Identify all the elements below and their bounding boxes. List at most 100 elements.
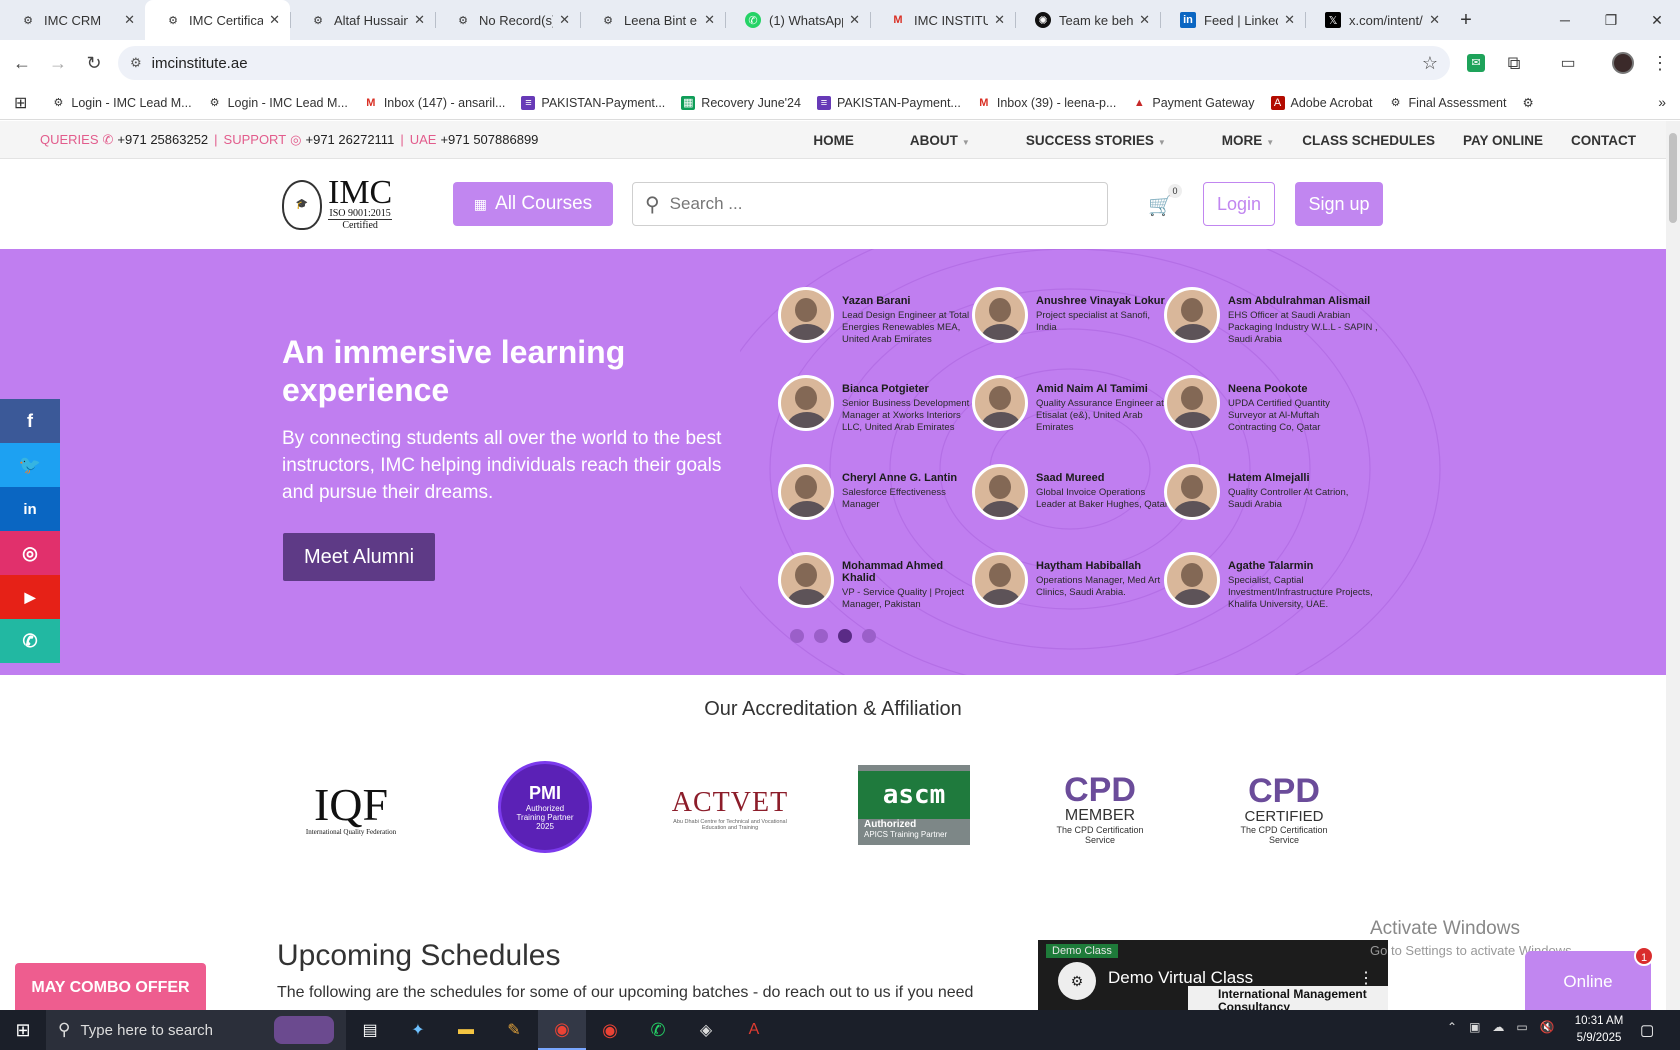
cart-icon[interactable]: 🛒 [1148, 193, 1173, 218]
close-tab-icon[interactable]: ✕ [704, 12, 715, 28]
nav-contact[interactable]: CONTACT [1571, 133, 1636, 148]
address-bar[interactable]: ⚙ imcinstitute.ae ☆ [118, 46, 1450, 80]
tab[interactable]: MIMC INSTITUT✕ [870, 0, 1015, 40]
combo-offer-button[interactable]: MAY COMBO OFFER [15, 963, 206, 1010]
alumni-photo [778, 375, 834, 431]
online-chat-button[interactable]: Online [1525, 951, 1651, 1010]
nav-class-schedules[interactable]: CLASS SCHEDULES [1302, 133, 1435, 148]
site-logo[interactable]: 🎓 IMC ISO 9001:2015 Certified [282, 176, 412, 232]
bookmark-item[interactable]: ≡ PAKISTAN-Payment... [521, 95, 665, 110]
uae-phone[interactable]: +971 507886899 [440, 132, 538, 147]
cast-icon[interactable]: ▭ [1550, 45, 1586, 81]
instagram-icon[interactable]: ◎ [0, 531, 60, 575]
close-tab-icon[interactable]: ✕ [269, 12, 280, 28]
apps-grid-icon[interactable]: ⊞ [14, 93, 27, 113]
nav-about[interactable]: ABOUT ▼ [882, 133, 970, 148]
search-input[interactable]: ⚲ Search ... [632, 182, 1108, 226]
video-menu-icon[interactable]: ⋮ [1358, 968, 1374, 988]
nav-home[interactable]: HOME [813, 133, 854, 148]
nav-success-stories[interactable]: SUCCESS STORIES ▼ [998, 133, 1166, 148]
page-scrollbar[interactable] [1666, 121, 1680, 1010]
slider-dot[interactable] [814, 629, 828, 643]
bookmark-item[interactable]: M Inbox (39) - leena-p... [977, 96, 1116, 110]
nav-pay-online[interactable]: PAY ONLINE [1463, 133, 1543, 148]
signup-button[interactable]: Sign up [1295, 182, 1383, 226]
bookmark-item[interactable]: A Adobe Acrobat [1270, 95, 1373, 110]
tab[interactable]: 𝕏x.com/intent/✕ [1305, 0, 1450, 40]
onedrive-icon[interactable]: ☁ [1492, 1020, 1504, 1034]
meet-alumni-button[interactable]: Meet Alumni [283, 533, 435, 581]
file-explorer-icon[interactable]: ▬ [442, 1021, 490, 1039]
close-tab-icon[interactable]: ✕ [414, 12, 425, 28]
close-tab-icon[interactable]: ✕ [994, 12, 1005, 28]
network-icon[interactable]: ▭ [1516, 1020, 1527, 1034]
close-tab-icon[interactable]: ✕ [1429, 12, 1440, 28]
bookmark-star-icon[interactable]: ☆ [1422, 53, 1438, 74]
profile-avatar[interactable] [1612, 52, 1634, 74]
support-phone[interactable]: +971 26272111 [306, 132, 395, 147]
queries-phone[interactable]: +971 25863252 [117, 132, 208, 147]
bookmark-item[interactable]: ⚙ Final Assessment [1389, 96, 1507, 110]
linkedin-icon[interactable]: in [0, 487, 60, 531]
twitter-icon[interactable]: 🐦 [0, 443, 60, 487]
new-tab-button[interactable]: + [1450, 4, 1482, 36]
clock[interactable]: 10:31 AM 5/9/2025 [1564, 1013, 1634, 1047]
whatsapp-icon[interactable]: ✆ [634, 1020, 682, 1041]
bookmark-item[interactable]: M Inbox (147) - ansaril... [364, 96, 505, 110]
close-tab-icon[interactable]: ✕ [849, 12, 860, 28]
bookmark-item[interactable]: ⚙ Login - IMC Lead M... [208, 96, 348, 110]
chrome-icon[interactable]: ◉ [538, 1010, 586, 1050]
tab[interactable]: ✺ Team ke beha ✕ [1015, 0, 1160, 40]
meet-icon[interactable]: ▣ [1469, 1020, 1480, 1034]
forward-icon[interactable]: → [40, 45, 76, 81]
close-tab-icon[interactable]: ✕ [124, 12, 135, 28]
close-tab-icon[interactable]: ✕ [1139, 12, 1150, 28]
windows-start-icon[interactable]: ⊞ [0, 1010, 46, 1050]
slider-dot[interactable] [862, 629, 876, 643]
youtube-icon[interactable]: ▶ [0, 575, 60, 619]
bookmark-item[interactable]: ≡ PAKISTAN-Payment... [816, 95, 961, 110]
app-icon[interactable]: ◈ [682, 1020, 730, 1040]
close-window-icon[interactable]: ✕ [1634, 0, 1680, 40]
imc-favicon[interactable]: ⚙ [1523, 95, 1534, 110]
site-info-icon[interactable]: ⚙ [130, 55, 142, 71]
facebook-icon[interactable]: f [0, 399, 60, 443]
notifications-icon[interactable]: ▢ [1640, 1021, 1654, 1039]
tab[interactable]: ⚙Leena Bint e T✕ [580, 0, 725, 40]
restore-icon[interactable]: ❐ [1588, 0, 1634, 40]
acrobat-icon[interactable]: A [730, 1021, 778, 1039]
copilot-icon[interactable]: ✦ [394, 1020, 442, 1040]
nav-more[interactable]: MORE ▼ [1194, 133, 1274, 148]
all-courses-button[interactable]: ▦ All Courses [453, 182, 613, 226]
login-button[interactable]: Login [1203, 182, 1275, 226]
menu-kebab-icon[interactable]: ⋮ [1642, 45, 1678, 81]
close-tab-icon[interactable]: ✕ [559, 12, 570, 28]
chevron-up-icon[interactable]: ⌃ [1447, 1020, 1457, 1034]
tab-active[interactable]: ⚙ IMC Certificat ✕ [145, 0, 290, 40]
tab[interactable]: ⚙ Altaf Hussain ✕ [290, 0, 435, 40]
close-tab-icon[interactable]: ✕ [1284, 12, 1295, 28]
tab[interactable]: ✆ (1) WhatsApp ✕ [725, 0, 870, 40]
chrome-icon[interactable]: ◉ [586, 1020, 634, 1041]
extension-icon[interactable]: ✉ [1467, 54, 1485, 72]
taskbar-search[interactable]: ⚲ Type here to search [46, 1010, 346, 1050]
bookmarks-overflow-icon[interactable]: » [1658, 94, 1666, 110]
reload-icon[interactable]: ↻ [76, 45, 112, 81]
minimize-icon[interactable]: ─ [1542, 0, 1588, 40]
tab[interactable]: in Feed | Linked ✕ [1160, 0, 1305, 40]
slider-dot[interactable] [838, 629, 852, 643]
bookmark-item[interactable]: ⚙ Login - IMC Lead M... [51, 96, 191, 110]
bookmark-item[interactable]: ▦ Recovery June'24 [681, 95, 801, 110]
scrollbar-thumb[interactable] [1669, 133, 1677, 223]
whatsapp-icon[interactable]: ✆ [0, 619, 60, 663]
tab[interactable]: ⚙ No Record(s) ✕ [435, 0, 580, 40]
back-icon[interactable]: ← [4, 45, 40, 81]
slider-dot[interactable] [790, 629, 804, 643]
bookmark-item[interactable]: ▲ Payment Gateway [1132, 96, 1255, 110]
tab[interactable]: ⚙ IMC CRM ✕ [0, 0, 145, 40]
demo-video-widget[interactable]: Demo Class ⚙ Demo Virtual Class ⋮ Intern… [1038, 940, 1388, 1010]
volume-icon[interactable]: 🔇 [1540, 1020, 1555, 1034]
app-icon[interactable]: ✎ [490, 1020, 538, 1040]
task-view-icon[interactable]: ▤ [346, 1020, 394, 1040]
extensions-puzzle-icon[interactable]: ⧉ [1496, 45, 1532, 81]
